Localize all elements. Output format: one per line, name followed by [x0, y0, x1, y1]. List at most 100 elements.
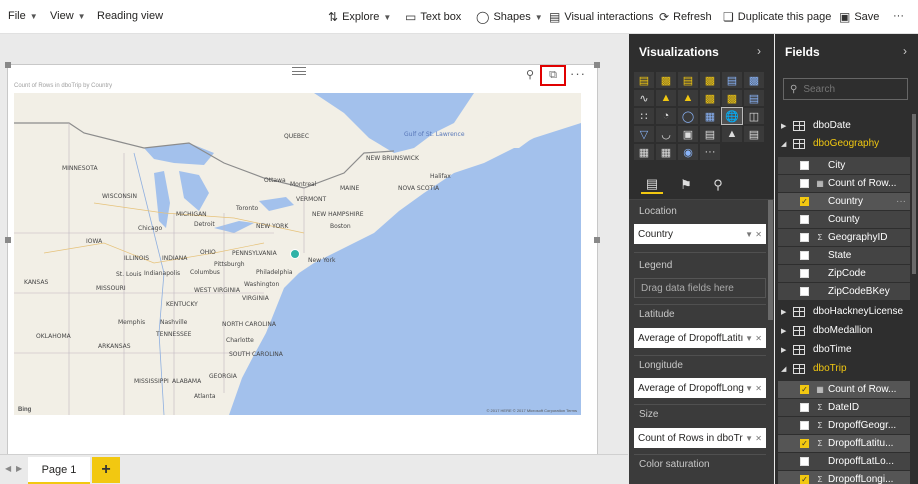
viz-pane-scrollbar[interactable] [768, 200, 773, 320]
format-roller-icon[interactable]: ⚑ [675, 176, 697, 194]
area-chart-icon[interactable]: ▲ [656, 90, 676, 106]
fields-search-box[interactable]: ⚲ [783, 78, 908, 100]
treemap-icon[interactable]: ▦ [700, 108, 720, 124]
field-trip-count-of-rows[interactable]: ✓ ▦ Count of Row... [778, 381, 910, 398]
resize-handle[interactable] [5, 237, 11, 243]
line-chart-icon[interactable]: ∿ [634, 90, 654, 106]
filled-map-icon[interactable]: ◫ [744, 108, 764, 124]
checkbox[interactable] [800, 233, 809, 242]
checkbox-checked[interactable]: ✓ [800, 385, 809, 394]
expand-icon[interactable]: ▶ [781, 346, 791, 354]
line-column-chart-icon[interactable]: ▩ [700, 90, 720, 106]
field-geographyid[interactable]: Σ GeographyID [778, 229, 910, 246]
fields-pane-scrollbar[interactable] [912, 114, 916, 274]
collapse-icon[interactable]: ◢ [781, 140, 791, 148]
checkbox[interactable] [800, 215, 809, 224]
text-box-button[interactable]: ▭ Text box [405, 10, 461, 24]
checkbox-checked[interactable]: ✓ [800, 475, 809, 484]
legend-drop-zone[interactable]: Drag data fields here [634, 278, 766, 298]
card-icon[interactable]: ▣ [678, 126, 698, 142]
table-dbogeography[interactable]: ◢ dboGeography [775, 135, 913, 152]
field-state[interactable]: State [778, 247, 910, 264]
field-city[interactable]: City [778, 157, 910, 174]
resize-handle[interactable] [594, 237, 600, 243]
duplicate-page-button[interactable]: ❏ Duplicate this page [723, 10, 831, 24]
latitude-field[interactable]: Average of DropoffLatitı ▼ ✕ [634, 328, 766, 348]
matrix-icon[interactable]: ▦ [656, 144, 676, 160]
pin-icon[interactable]: ⚲ [526, 68, 534, 81]
resize-handle[interactable] [5, 62, 11, 68]
funnel-icon[interactable]: ▽ [634, 126, 654, 142]
dropdown-close-icon[interactable]: ▼ ✕ [745, 434, 762, 443]
dropdown-close-icon[interactable]: ▼ ✕ [745, 334, 762, 343]
checkbox[interactable] [800, 179, 809, 188]
more-options-button[interactable]: ··· [893, 10, 904, 22]
slicer-icon[interactable]: ▤ [744, 126, 764, 142]
more-visuals-icon[interactable]: ··· [700, 144, 720, 160]
visual-interactions-button[interactable]: ▤ Visual interactions [549, 10, 653, 24]
field-zipcode[interactable]: ZipCode [778, 265, 910, 282]
field-count-of-rows[interactable]: ▦ Count of Row... [778, 175, 910, 192]
pie-chart-icon[interactable]: ◔ [656, 108, 676, 124]
dropdown-close-icon[interactable]: ▼ ✕ [745, 384, 762, 393]
resize-handle[interactable] [594, 62, 600, 68]
collapse-icon[interactable]: ◢ [781, 365, 791, 373]
table-icon[interactable]: ▦ [634, 144, 654, 160]
chevron-right-icon[interactable]: ▶ [16, 464, 22, 473]
size-field[interactable]: Count of Rows in dboTr ▼ ✕ [634, 428, 766, 448]
field-dropofflatitude[interactable]: ✓ Σ DropoffLatitu... [778, 435, 910, 452]
table-dbotrip[interactable]: ◢ dboTrip [775, 360, 913, 377]
field-dateid[interactable]: Σ DateID [778, 399, 910, 416]
chevron-left-icon[interactable]: ◀ [5, 464, 11, 473]
checkbox[interactable] [800, 251, 809, 260]
table-dbodate[interactable]: ▶ dboDate [775, 117, 913, 134]
save-button[interactable]: ▣ Save [839, 10, 879, 24]
table-dbomedallion[interactable]: ▶ dboMedallion [775, 322, 913, 339]
search-input[interactable] [803, 83, 894, 95]
drag-grip-icon[interactable] [292, 67, 306, 75]
checkbox[interactable] [800, 421, 809, 430]
longitude-field[interactable]: Average of DropoffLong ▼ ✕ [634, 378, 766, 398]
checkbox[interactable] [800, 403, 809, 412]
clustered-column-chart-icon[interactable]: ▩ [700, 72, 720, 88]
field-zipcodebkey[interactable]: ZipCodeBKey [778, 283, 910, 300]
location-field[interactable]: Country ▼ ✕ [634, 224, 766, 244]
map-visual-icon[interactable]: 🌐 [721, 107, 743, 125]
stacked-area-chart-icon[interactable]: ▲ [678, 90, 698, 106]
map-visual[interactable]: Count of Rows in dboTrip by Country ⚲ ⧉ … [5, 62, 600, 460]
scatter-chart-icon[interactable]: ∷ [634, 108, 654, 124]
globe-icon[interactable]: ◉ [678, 144, 698, 160]
analytics-icon[interactable]: ⚲ [707, 176, 729, 194]
field-dropoffgeography[interactable]: Σ DropoffGeogr... [778, 417, 910, 434]
visual-more-options-icon[interactable]: ··· [570, 66, 586, 81]
100-column-chart-icon[interactable]: ▩ [744, 72, 764, 88]
checkbox-checked[interactable]: ✓ [800, 439, 809, 448]
reading-view-button[interactable]: Reading view [97, 10, 163, 22]
multi-row-card-icon[interactable]: ▤ [700, 126, 720, 142]
ribbon-chart-icon[interactable]: ▤ [744, 90, 764, 106]
checkbox[interactable] [800, 457, 809, 466]
explore-button[interactable]: ⇅ Explore ▼ [328, 10, 391, 24]
file-menu[interactable]: File ▼ [8, 10, 38, 22]
collapse-fields-icon[interactable]: › [903, 44, 907, 58]
table-dbotime[interactable]: ▶ dboTime [775, 341, 913, 358]
checkbox[interactable] [800, 269, 809, 278]
refresh-button[interactable]: ⟳ Refresh [659, 10, 712, 24]
field-country[interactable]: ✓ Country ··· [778, 193, 910, 210]
donut-chart-icon[interactable]: ◯ [678, 108, 698, 124]
stacked-column-chart-icon[interactable]: ▩ [656, 72, 676, 88]
stacked-bar-chart-icon[interactable]: ▤ [634, 72, 654, 88]
collapse-visualizations-icon[interactable]: › [757, 44, 761, 58]
kpi-icon[interactable]: ▲ [722, 126, 742, 142]
checkbox[interactable] [800, 161, 809, 170]
clustered-bar-chart-icon[interactable]: ▤ [678, 72, 698, 88]
expand-icon[interactable]: ▶ [781, 308, 791, 316]
checkbox[interactable] [800, 287, 809, 296]
100-bar-chart-icon[interactable]: ▤ [722, 72, 742, 88]
field-dropofflongitude[interactable]: ✓ Σ DropoffLongi... [778, 471, 910, 484]
map-data-point[interactable] [290, 249, 300, 259]
fields-tab-icon[interactable]: ▤ [641, 176, 663, 194]
tab-page-1[interactable]: Page 1 [28, 457, 90, 484]
gauge-icon[interactable]: ◡ [656, 126, 676, 142]
map-canvas[interactable]: MINNESOTA WISCONSIN MICHIGAN IOWA ILLINO… [14, 93, 581, 415]
